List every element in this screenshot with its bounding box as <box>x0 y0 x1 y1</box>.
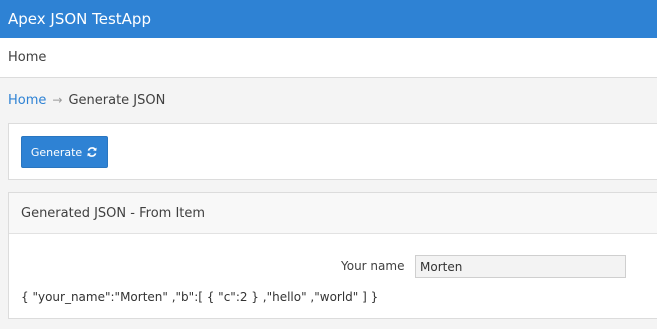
breadcrumb: Home → Generate JSON <box>0 78 657 122</box>
generate-button-label: Generate <box>30 145 83 159</box>
generated-json-region: Generated JSON - From Item Your name { "… <box>8 192 657 319</box>
breadcrumb-current: Generate JSON <box>68 92 166 108</box>
your-name-label: Your name <box>341 259 405 273</box>
your-name-input[interactable] <box>415 255 626 278</box>
refresh-icon <box>86 146 98 158</box>
json-output-text: { "your_name":"Morten" ,"b":[ { "c":2 } … <box>21 290 379 304</box>
navigation-bar: Home <box>0 38 657 78</box>
breadcrumb-home-link[interactable]: Home <box>8 93 46 108</box>
breadcrumb-separator-icon: → <box>52 93 63 107</box>
generate-button[interactable]: Generate <box>21 136 108 168</box>
app-title[interactable]: Apex JSON TestApp <box>8 10 151 28</box>
region-header: Generated JSON - From Item <box>9 193 657 234</box>
nav-item-home[interactable]: Home <box>8 50 46 65</box>
app-header: Apex JSON TestApp <box>0 0 657 38</box>
region-title: Generated JSON - From Item <box>21 205 206 221</box>
buttons-region: Generate <box>8 123 657 180</box>
